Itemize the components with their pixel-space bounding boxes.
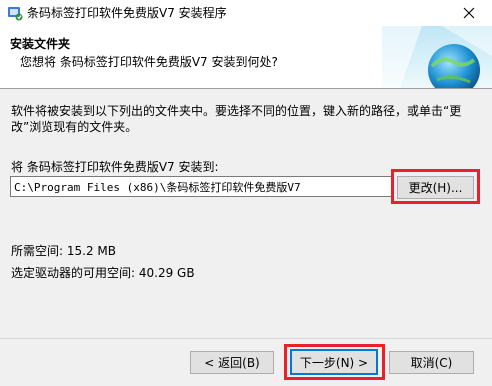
space-required-text: 所需空间: 15.2 MB [11,244,116,258]
next-button[interactable]: 下一步(N) > [290,349,378,375]
close-button[interactable] [445,0,492,26]
window-title: 条码标签打印软件免费版V7 安装程序 [27,6,227,20]
close-icon [463,7,474,19]
page-title: 安装文件夹 [10,37,71,51]
page-subtitle: 您想将 条码标签打印软件免费版V7 安装到何处? [20,55,278,69]
back-button[interactable]: < 返回(B) [190,351,274,374]
install-path-input[interactable] [10,176,392,197]
installer-icon [8,7,23,21]
header-banner-graphic [382,26,492,88]
cancel-button[interactable]: 取消(C) [389,351,474,374]
destination-label: 将 条码标签打印软件免费版V7 安装到: [11,160,219,174]
instructions-text: 软件将被安装到以下列出的文件夹中。要选择不同的位置，键入新的路径，或单击“更改”… [11,104,462,134]
footer-divider [0,338,492,339]
change-folder-button[interactable]: 更改(H)... [397,176,474,199]
title-bar: 条码标签打印软件免费版V7 安装程序 [0,0,492,27]
wizard-header: 安装文件夹 您想将 条码标签打印软件免费版V7 安装到何处? [0,26,492,89]
space-available-text: 选定驱动器的可用空间: 40.29 GB [11,266,195,280]
